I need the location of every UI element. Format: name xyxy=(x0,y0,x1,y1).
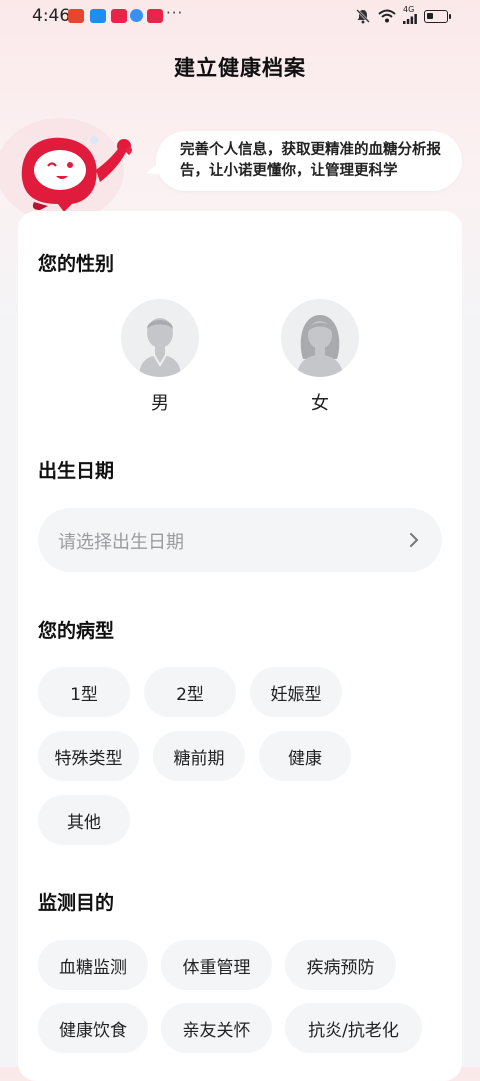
status-bar: 4:46 ··· 4G xyxy=(0,0,480,32)
disease-chip[interactable]: 其他 xyxy=(38,795,130,845)
battery-level xyxy=(427,12,433,19)
notification-app-icon xyxy=(68,9,84,23)
goal-chip[interactable]: 亲友关怀 xyxy=(161,1003,272,1053)
goal-chip[interactable]: 健康饮食 xyxy=(38,1003,148,1053)
gender-option-male[interactable]: 男 xyxy=(120,299,200,415)
goal-chip[interactable]: 疾病预防 xyxy=(285,940,396,990)
network-type-label: 4G xyxy=(403,5,415,14)
disease-chip[interactable]: 1型 xyxy=(38,667,130,717)
goal-chip[interactable]: 体重管理 xyxy=(161,940,272,990)
notification-app-icon xyxy=(111,9,127,23)
notification-app-icon xyxy=(147,9,163,23)
disease-chip[interactable]: 2型 xyxy=(144,667,236,717)
birth-section-title: 出生日期 xyxy=(38,460,115,482)
mascot-illustration xyxy=(0,118,132,216)
cellular-signal-icon: 4G xyxy=(403,5,417,24)
disease-chip[interactable]: 健康 xyxy=(259,731,351,781)
disease-chip[interactable]: 妊娠型 xyxy=(250,667,342,717)
status-time: 4:46 xyxy=(32,6,71,26)
wifi-icon xyxy=(378,9,396,23)
gender-label-female: 女 xyxy=(311,393,329,414)
notification-app-icon xyxy=(90,9,106,23)
notification-app-icon xyxy=(130,9,143,22)
gender-label-male: 男 xyxy=(151,393,169,414)
battery-icon xyxy=(424,9,451,23)
female-avatar-icon xyxy=(281,299,359,377)
banner-message: 完善个人信息，获取更精准的血糖分析报告，让小诺更懂你，让管理更科学 xyxy=(180,142,441,179)
gender-option-female[interactable]: 女 xyxy=(280,299,360,415)
more-notifications-icon: ··· xyxy=(166,4,184,22)
goals-section-title: 监测目的 xyxy=(38,892,115,914)
male-avatar-icon xyxy=(121,299,199,377)
speech-bubble: 完善个人信息，获取更精准的血糖分析报告，让小诺更懂你，让管理更科学 xyxy=(156,131,462,191)
page-title: 建立健康档案 xyxy=(174,56,306,80)
goal-chip[interactable]: 血糖监测 xyxy=(38,940,148,990)
gender-section-title: 您的性别 xyxy=(38,253,115,275)
chevron-right-icon xyxy=(410,533,419,547)
disease-section-title: 您的病型 xyxy=(38,620,115,642)
profile-form-card: 您的性别 男 女 出生日期 请选择出生日期 您的病型 1型 2型 妊娠型 特殊类… xyxy=(18,211,462,1081)
goal-chip[interactable]: 抗炎/抗老化 xyxy=(285,1003,422,1053)
disease-chip[interactable]: 特殊类型 xyxy=(38,731,139,781)
mute-bell-icon xyxy=(356,9,370,24)
birth-date-placeholder: 请选择出生日期 xyxy=(58,532,184,553)
disease-chip[interactable]: 糖前期 xyxy=(153,731,245,781)
birth-date-picker[interactable]: 请选择出生日期 xyxy=(38,508,442,572)
